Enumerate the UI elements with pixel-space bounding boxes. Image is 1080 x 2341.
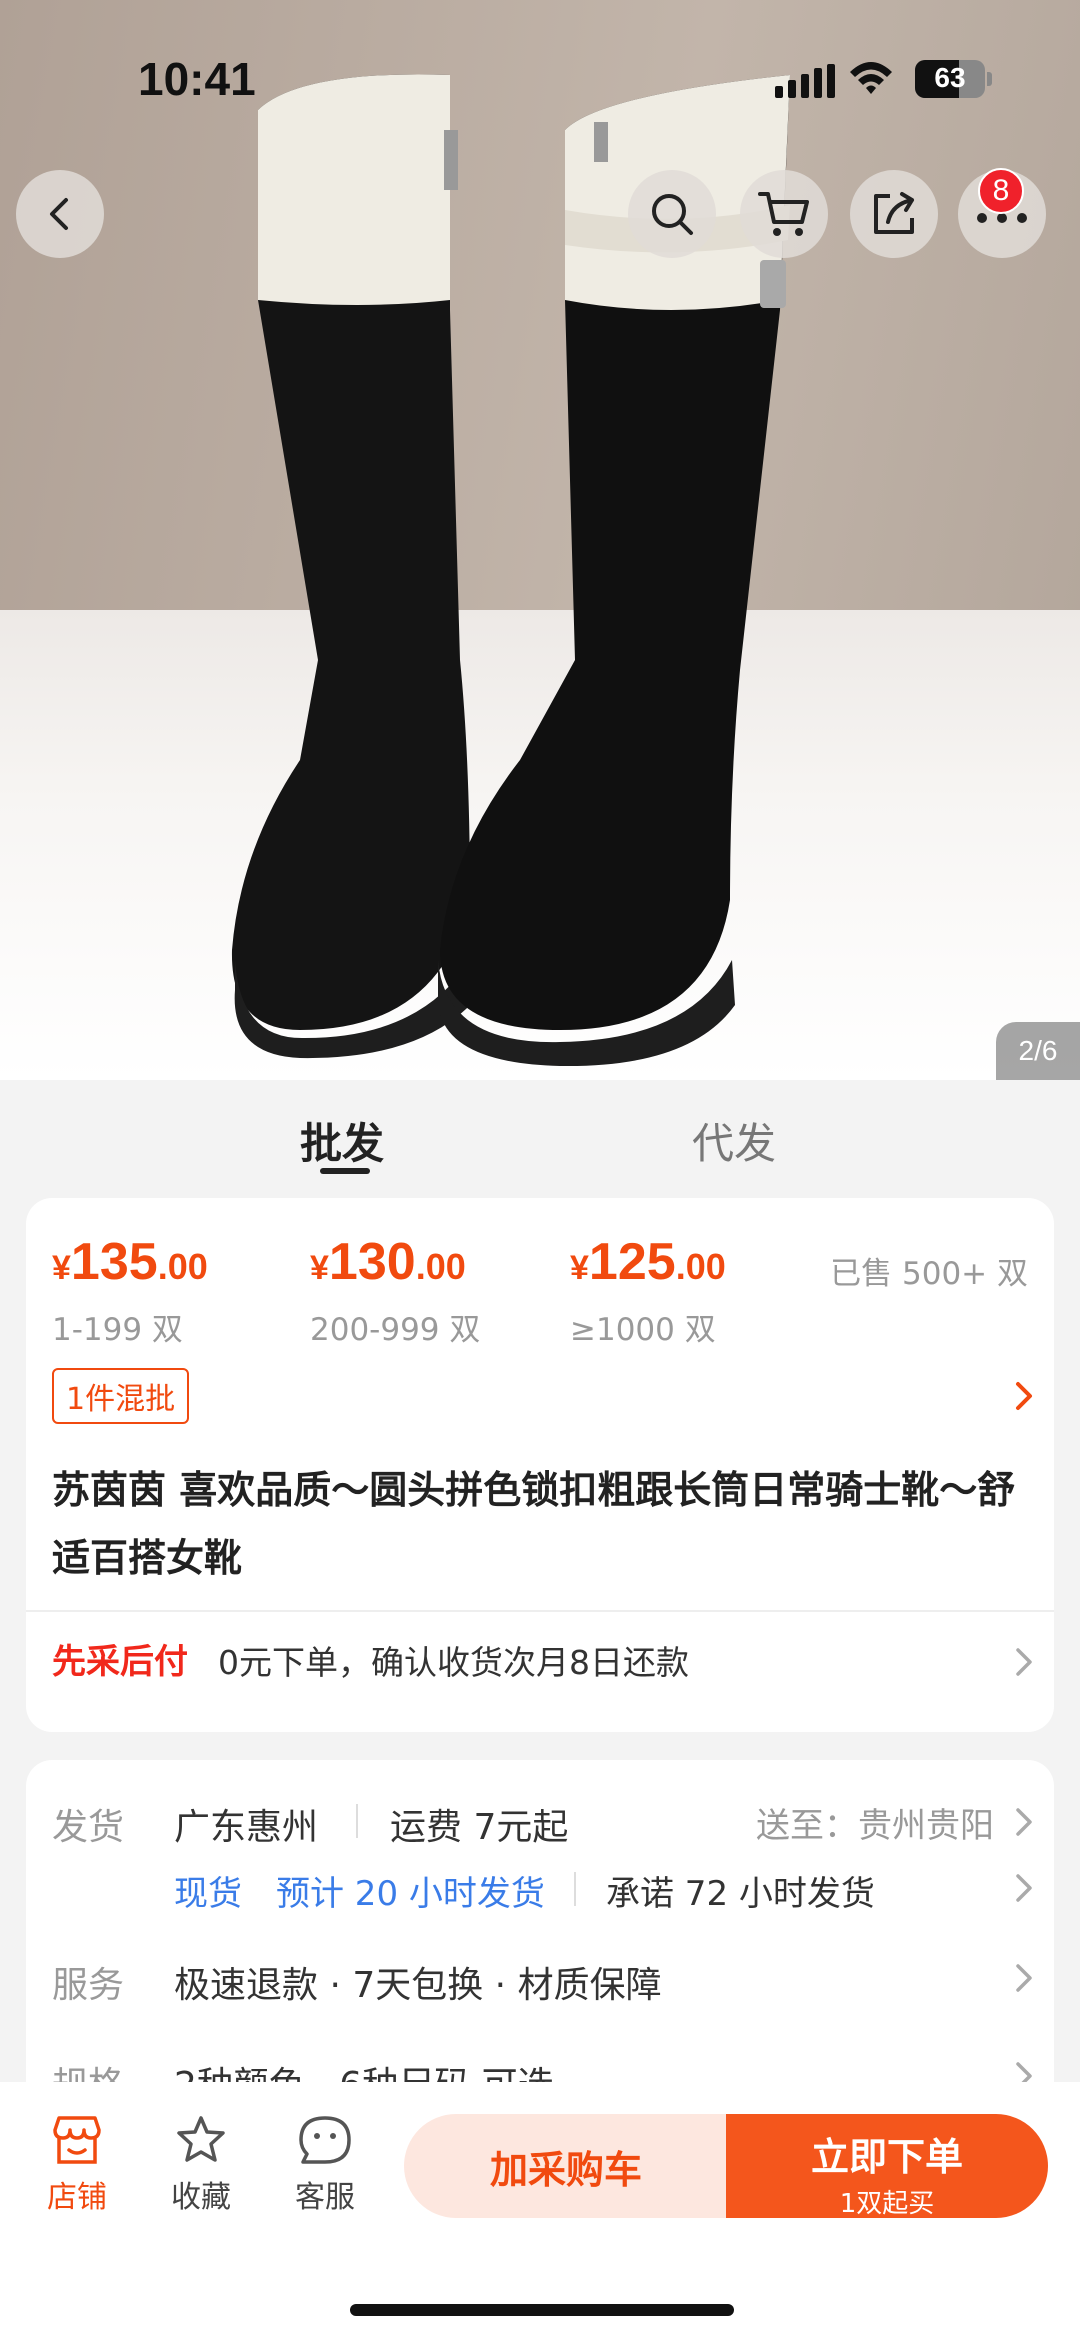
service-items: 极速退款 · 7天包换 · 材质保障 [174, 1965, 662, 2006]
chevron-left-icon [50, 198, 68, 230]
buy-now-label: 立即下单 [810, 2135, 963, 2179]
shipping-fee: 运费 7元起 [390, 1807, 569, 1848]
battery-level: 63 [934, 62, 966, 93]
chevron-right-icon [1016, 1874, 1032, 1902]
price-card: ¥135.00 1-199 双 ¥130.00 200-999 双 ¥125.0… [26, 1198, 1054, 1732]
buy-now-button[interactable]: 立即下单 1双起买 [726, 2114, 1048, 2219]
search-icon [652, 194, 693, 235]
shop-label: 店铺 [47, 2180, 107, 2215]
shop-button[interactable]: 店铺 [32, 2114, 122, 2216]
back-button[interactable] [16, 170, 104, 258]
status-bar: 10:41 63 [0, 0, 1080, 140]
deliver-to: 送至：贵州贵阳 [756, 1806, 994, 1846]
shipping-origin: 广东惠州 [174, 1807, 319, 1848]
price-tier-1: ¥135.00 [52, 1233, 208, 1291]
service-label: 服务 [52, 1965, 125, 2006]
chevron-right-icon [1016, 1648, 1032, 1676]
battery-icon: 63 [915, 60, 985, 98]
mode-tabs: 批发 代发 [0, 1080, 1080, 1200]
active-tab-indicator [320, 1168, 370, 1174]
pay-later-desc: 0元下单，确认收货次月8日还款 [218, 1643, 689, 1682]
tab-wholesale[interactable]: 批发 [300, 1110, 384, 1171]
mixed-batch-tag: 1件混批 [52, 1368, 190, 1424]
separator [356, 1804, 358, 1838]
stock-status: 现货 [174, 1874, 242, 1914]
divider [26, 1610, 1054, 1612]
product-title: 苏茵茵 喜欢品质～圆头拼色锁扣粗跟长筒日常骑士靴～舒适百搭女靴 [52, 1468, 1016, 1580]
details-card: 发货 广东惠州 运费 7元起 送至：贵州贵阳 现货 预计 20 小时发货 承诺 … [26, 1760, 1054, 2120]
customer-service-button[interactable]: 客服 [280, 2114, 370, 2216]
chevron-right-icon [1016, 1808, 1032, 1836]
status-time: 10:41 [138, 53, 256, 105]
shop-icon [53, 2116, 101, 2164]
dispatch-eta: 预计 20 小时发货 [276, 1874, 545, 1914]
cart-button[interactable] [740, 170, 828, 258]
tab-dropship[interactable]: 代发 [692, 1110, 776, 1171]
price-tier-2-range: 200-999 双 [310, 1312, 481, 1348]
search-button[interactable] [628, 170, 716, 258]
sold-count: 已售 500+ 双 [830, 1256, 1028, 1292]
share-icon [874, 192, 914, 234]
star-icon [177, 2116, 225, 2162]
price-tier-1-range: 1-199 双 [52, 1312, 183, 1348]
shipping-label: 发货 [52, 1807, 125, 1848]
cart-icon [758, 192, 809, 236]
cellular-signal-icon [775, 64, 835, 98]
product-image-gallery[interactable] [0, 0, 1080, 1080]
chat-face-icon [299, 2116, 351, 2164]
favorite-label: 收藏 [171, 2180, 231, 2215]
separator [574, 1872, 576, 1906]
min-order-label: 1双起买 [839, 2189, 935, 2219]
notification-badge: 8 [978, 168, 1024, 214]
dispatch-promise: 承诺 72 小时发货 [606, 1874, 875, 1914]
product-photo-boots [231, 74, 790, 1067]
add-to-cart-button[interactable]: 加采购车 [404, 2114, 728, 2218]
favorite-button[interactable]: 收藏 [156, 2114, 246, 2216]
price-tier-3: ¥125.00 [570, 1233, 726, 1291]
pay-later-label: 先采后付 [52, 1642, 188, 1682]
chevron-right-icon[interactable] [1012, 1378, 1036, 1414]
wifi-icon [850, 62, 892, 94]
home-indicator[interactable] [350, 2304, 734, 2316]
price-tier-3-range: ≥1000 双 [570, 1312, 716, 1348]
chevron-right-icon [1016, 1964, 1032, 1992]
image-counter: 2/6 [996, 1022, 1080, 1080]
price-tier-2: ¥130.00 [310, 1233, 466, 1291]
share-button[interactable] [850, 170, 938, 258]
battery-cap [987, 72, 992, 86]
bottom-action-bar: 店铺 收藏 客服 加采购车 立即下单 1双起买 [0, 2082, 1080, 2341]
customer-service-label: 客服 [295, 2180, 355, 2215]
